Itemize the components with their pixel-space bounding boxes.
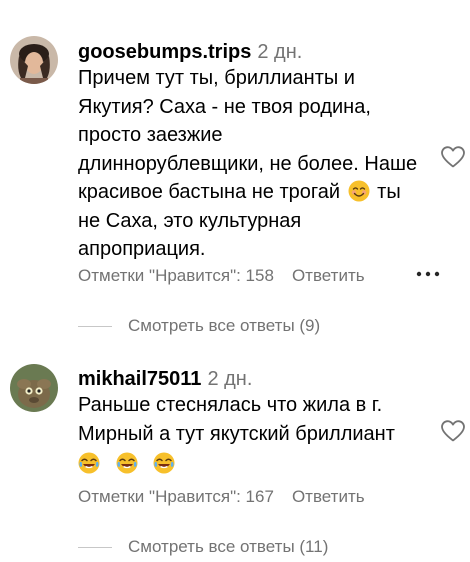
likes-count[interactable]: Отметки "Нравится": 167 <box>78 487 274 506</box>
timestamp[interactable]: 2 дн. <box>207 368 252 390</box>
comment-actions: Отметки "Нравится": 167 Ответить <box>78 487 365 507</box>
comment-line: Причем тут ты, бриллианты и <box>78 67 355 89</box>
tears-of-joy-emoji <box>153 452 175 474</box>
comment-line: апроприация. <box>78 238 206 260</box>
tears-of-joy-emoji <box>78 452 100 474</box>
comment-line: просто заезжие <box>78 124 223 146</box>
comment-line: красивое бастына не трогай ты <box>78 178 438 207</box>
comment-text: Причем тут ты, бриллианты и Якутия? Саха… <box>78 64 438 264</box>
smiling-face-emoji <box>348 180 370 202</box>
comment-line: длиннорублевщики, не более. Наше <box>78 152 418 175</box>
replies-divider <box>78 547 112 549</box>
comment-line <box>78 450 438 479</box>
comment-line: Раньше стеснялась что жила в г. <box>78 394 383 416</box>
comment-line-part: ты <box>377 181 401 203</box>
more-dots-icon[interactable] <box>414 270 442 278</box>
timestamp[interactable]: 2 дн. <box>257 41 302 63</box>
view-replies-label: Смотреть все ответы (9) <box>128 316 321 335</box>
comment-header: goosebumps.trips 2 дн. <box>78 40 302 64</box>
avatar-goosebumps-trips[interactable] <box>10 36 58 84</box>
replies-divider <box>78 326 112 328</box>
heart-outline-icon[interactable] <box>440 145 466 169</box>
username[interactable]: mikhail75011 <box>78 368 201 390</box>
comment-text: Раньше стеснялась что жила в г. Мирный а… <box>78 391 438 479</box>
view-replies-button[interactable]: Смотреть все ответы (9) <box>78 316 320 336</box>
view-replies-label: Смотреть все ответы (11) <box>128 537 329 556</box>
tears-of-joy-emoji <box>116 452 138 474</box>
likes-count[interactable]: Отметки "Нравится": 158 <box>78 266 274 285</box>
comment-header: mikhail75011 2 дн. <box>78 367 252 391</box>
comment-line: не Саха, это культурная <box>78 209 302 232</box>
view-replies-button[interactable]: Смотреть все ответы (11) <box>78 537 328 557</box>
reply-button[interactable]: Ответить <box>292 266 365 285</box>
heart-outline-icon[interactable] <box>440 419 466 443</box>
comment-line: Якутия? Саха - не твоя родина, <box>78 95 371 118</box>
comment-line-part: красивое бастына не трогай <box>78 181 341 203</box>
comment-actions: Отметки "Нравится": 158 Ответить <box>78 266 365 286</box>
avatar-mikhail75011[interactable] <box>10 364 58 412</box>
comment-line: Мирный а тут якутский бриллиант <box>78 422 395 445</box>
reply-button[interactable]: Ответить <box>292 487 365 506</box>
username[interactable]: goosebumps.trips <box>78 41 251 63</box>
